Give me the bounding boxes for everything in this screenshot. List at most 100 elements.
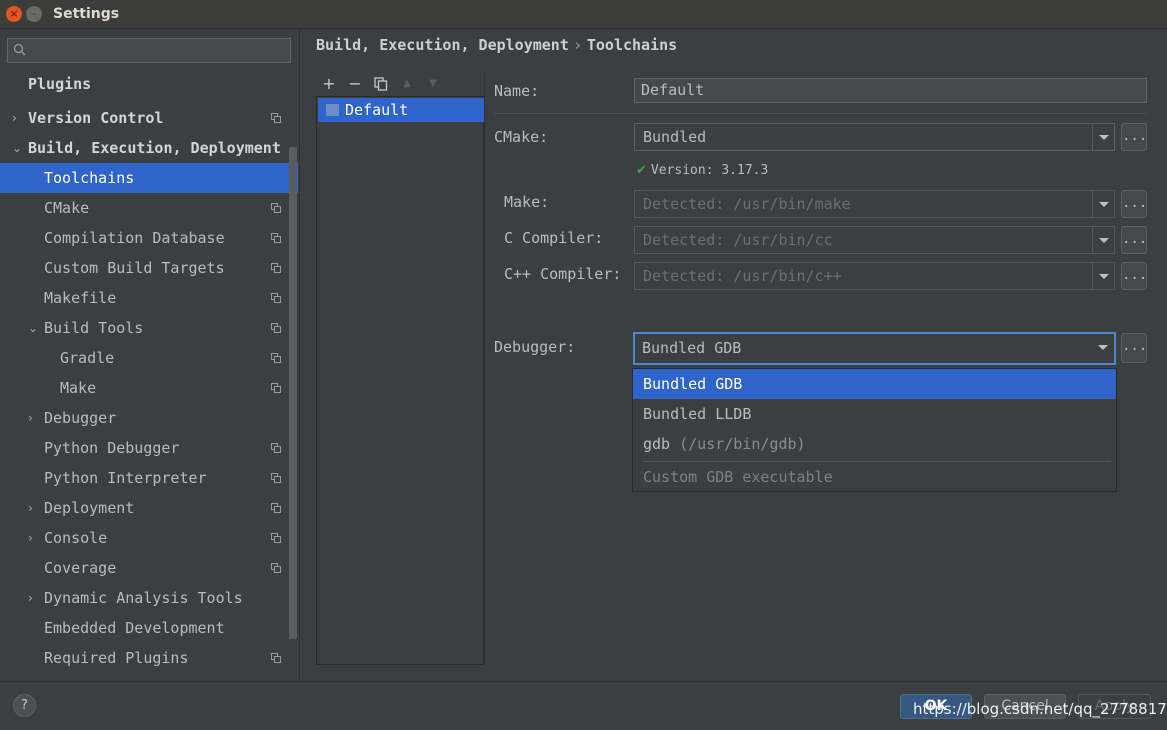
cmake-version: ✔ Version: 3.17.3 xyxy=(636,163,768,178)
project-scope-icon xyxy=(271,323,281,333)
tree-item-label: Toolchains xyxy=(44,169,135,187)
option-system-gdb[interactable]: gdb (/usr/bin/gdb) xyxy=(633,429,1116,459)
tree-item-embedded-development[interactable]: Embedded Development xyxy=(0,613,298,643)
tree-item-label: Build Tools xyxy=(44,319,144,337)
breadcrumb: Build, Execution, Deployment › Toolchains xyxy=(316,36,677,54)
chevron-down-icon[interactable]: ⌄ xyxy=(28,313,40,343)
tree-item-version-control[interactable]: › Version Control xyxy=(0,103,298,133)
project-scope-icon xyxy=(271,383,281,393)
toolchain-list: Default xyxy=(316,96,484,665)
chevron-right-icon[interactable]: › xyxy=(28,493,40,523)
name-field[interactable]: Default xyxy=(634,78,1147,103)
remove-toolchain-button[interactable]: − xyxy=(344,73,366,95)
tree-item-cmake[interactable]: CMake xyxy=(0,193,298,223)
chevron-right-icon[interactable]: › xyxy=(12,103,24,133)
tree-item-label: Version Control xyxy=(28,109,164,127)
debugger-select-value: Bundled GDB xyxy=(642,339,742,357)
tree-item-python-debugger[interactable]: Python Debugger xyxy=(0,433,298,463)
title-bar: × – Settings xyxy=(0,0,1167,29)
c-compiler-select-value: Detected: /usr/bin/cc xyxy=(643,231,833,249)
tree-item-build-tools[interactable]: ⌄ Build Tools xyxy=(0,313,298,343)
move-up-button[interactable]: ▲ xyxy=(396,73,418,95)
tree-item-label: Make xyxy=(60,379,97,397)
c-compiler-select[interactable]: Detected: /usr/bin/cc xyxy=(634,226,1115,254)
tree-item-compilation-database[interactable]: Compilation Database xyxy=(0,223,298,253)
search-input[interactable] xyxy=(7,38,291,63)
make-browse-button[interactable]: ... xyxy=(1121,190,1147,218)
chevron-right-icon[interactable]: › xyxy=(28,583,40,613)
add-toolchain-button[interactable]: + xyxy=(318,73,340,95)
tree-item-coverage[interactable]: Coverage xyxy=(0,553,298,583)
tree-item-label: Coverage xyxy=(44,559,117,577)
chevron-down-icon xyxy=(1092,263,1114,289)
chevron-down-icon[interactable]: ⌄ xyxy=(12,133,24,163)
make-select[interactable]: Detected: /usr/bin/make xyxy=(634,190,1115,218)
name-label: Name: xyxy=(494,82,540,100)
project-scope-icon xyxy=(271,443,281,453)
debugger-browse-button[interactable]: ... xyxy=(1121,333,1147,363)
make-label: Make: xyxy=(504,193,550,211)
chevron-down-icon xyxy=(1092,227,1114,253)
panel-divider[interactable] xyxy=(484,72,485,665)
c-compiler-browse-button[interactable]: ... xyxy=(1121,226,1147,254)
tree-item-python-interpreter[interactable]: Python Interpreter xyxy=(0,463,298,493)
tree-item-build-execution-deployment[interactable]: ⌄ Build, Execution, Deployment xyxy=(0,133,298,163)
cmake-browse-button[interactable]: ... xyxy=(1121,123,1147,151)
tree-item-console[interactable]: › Console xyxy=(0,523,298,553)
tree-item-label: Required Plugins xyxy=(44,649,189,667)
chevron-down-icon xyxy=(1092,334,1114,363)
cmake-label: CMake: xyxy=(494,128,549,146)
tree-item-plugins[interactable]: Plugins xyxy=(0,69,298,99)
tree-item-required-plugins[interactable]: Required Plugins xyxy=(0,643,298,673)
tree-item-gradle[interactable]: Gradle xyxy=(0,343,298,373)
toolchain-item-default[interactable]: Default xyxy=(318,98,484,122)
tree-item-makefile[interactable]: Makefile xyxy=(0,283,298,313)
tree-item-label: Custom Build Targets xyxy=(44,259,225,277)
checkmark-icon: ✔ xyxy=(636,163,647,178)
make-select-value: Detected: /usr/bin/make xyxy=(643,195,851,213)
search-icon xyxy=(13,43,26,56)
tree-item-debugger[interactable]: › Debugger xyxy=(0,403,298,433)
option-gdb-path: (/usr/bin/gdb) xyxy=(679,435,806,453)
toolchain-toolbar: + − ▲ ▼ xyxy=(317,72,483,96)
chevron-right-icon[interactable]: › xyxy=(28,403,40,433)
option-bundled-gdb[interactable]: Bundled GDB xyxy=(633,369,1116,399)
project-scope-icon xyxy=(271,353,281,363)
option-gdb-name: gdb xyxy=(643,435,671,453)
tree-item-deployment[interactable]: › Deployment xyxy=(0,493,298,523)
cpp-compiler-browse-button[interactable]: ... xyxy=(1121,262,1147,290)
chevron-right-icon[interactable]: › xyxy=(28,523,40,553)
settings-sidebar: Plugins › Version Control ⌄ Build, Execu… xyxy=(0,29,300,681)
tree-item-label: Console xyxy=(44,529,108,547)
project-scope-icon xyxy=(271,263,281,273)
tree-item-custom-build-targets[interactable]: Custom Build Targets xyxy=(0,253,298,283)
copy-icon xyxy=(374,77,388,91)
tree-item-label: Embedded Development xyxy=(44,619,225,637)
tree-item-label: Deployment xyxy=(44,499,135,517)
tree-item-label: Dynamic Analysis Tools xyxy=(44,589,243,607)
breadcrumb-section[interactable]: Build, Execution, Deployment xyxy=(316,36,569,54)
cmake-select[interactable]: Bundled xyxy=(634,123,1115,151)
project-scope-icon xyxy=(271,113,281,123)
project-scope-icon xyxy=(271,653,281,663)
cmake-select-value: Bundled xyxy=(643,128,707,146)
tree-item-toolchains[interactable]: Toolchains xyxy=(0,163,298,193)
help-button[interactable]: ? xyxy=(13,694,36,717)
move-down-button[interactable]: ▼ xyxy=(422,73,444,95)
close-window-button[interactable]: × xyxy=(6,6,22,22)
project-scope-icon xyxy=(271,503,281,513)
tree-item-make[interactable]: Make xyxy=(0,373,298,403)
tree-item-dynamic-analysis-tools[interactable]: › Dynamic Analysis Tools xyxy=(0,583,298,613)
copy-toolchain-button[interactable] xyxy=(370,73,392,95)
minimize-window-button[interactable]: – xyxy=(26,6,42,22)
project-scope-icon xyxy=(271,203,281,213)
debugger-select[interactable]: Bundled GDB xyxy=(633,332,1116,365)
sidebar-scrollbar[interactable] xyxy=(289,147,297,639)
option-bundled-lldb[interactable]: Bundled LLDB xyxy=(633,399,1116,429)
option-custom-gdb[interactable]: Custom GDB executable xyxy=(633,462,1116,492)
dialog-button-bar: ? OK Cancel Apply https://blog.csdn.net/… xyxy=(0,681,1167,730)
chevron-down-icon xyxy=(1092,191,1114,217)
project-scope-icon xyxy=(271,563,281,573)
cpp-compiler-select[interactable]: Detected: /usr/bin/c++ xyxy=(634,262,1115,290)
project-scope-icon xyxy=(271,473,281,483)
